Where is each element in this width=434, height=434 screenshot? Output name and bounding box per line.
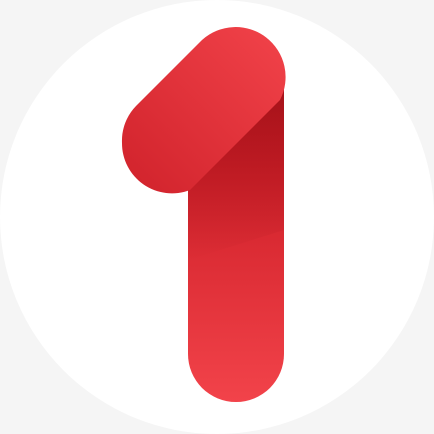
app-icon-canvas	[0, 0, 434, 434]
number-one-logo	[0, 0, 434, 434]
